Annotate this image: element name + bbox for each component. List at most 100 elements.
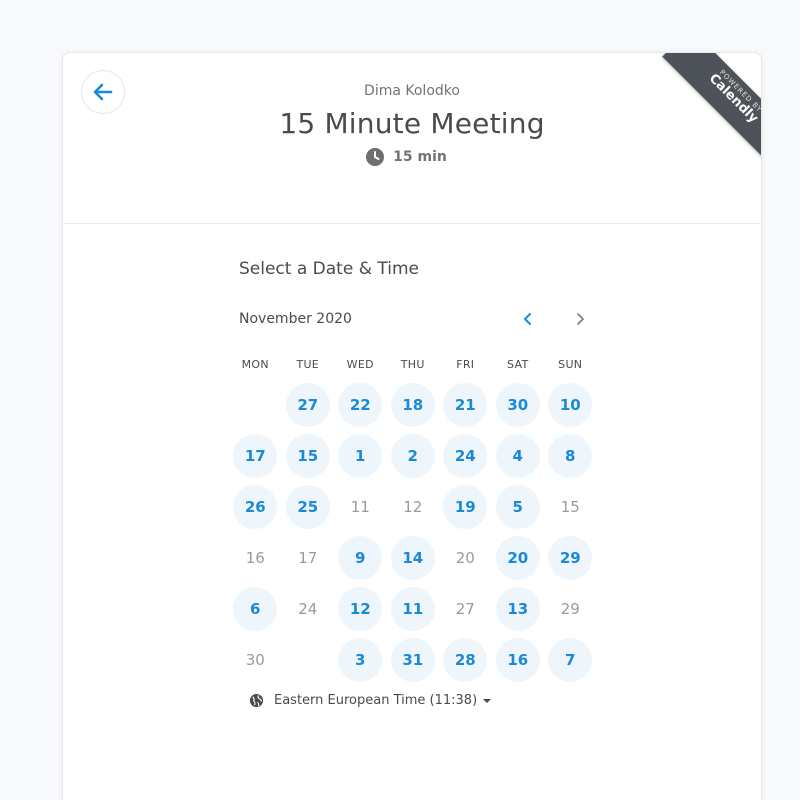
available-date-button[interactable]: 4 [495,433,540,478]
weekday-label: SAT [507,358,529,371]
unavailable-date: 29 [560,599,580,618]
available-date-button[interactable]: 15 [285,433,330,478]
calendar-cell: 15 [544,481,597,532]
unavailable-date: 20 [455,548,475,567]
available-date-button[interactable]: 22 [338,382,383,427]
calendar-cell: 29 [544,532,597,583]
weekday-label: FRI [456,358,475,371]
unavailable-date: 11 [350,497,370,516]
calendar-cell: 26 [229,481,282,532]
calendar-cell: 19 [439,481,492,532]
calendar-cell: 12 [334,583,387,634]
unavailable-date: 16 [245,548,265,567]
calendar-cell: 21 [439,379,492,430]
available-date-button[interactable]: 5 [495,484,540,529]
weekday-label: SUN [558,358,583,371]
unavailable-date: 24 [298,599,318,618]
available-date-button[interactable]: 18 [390,382,435,427]
available-date-button[interactable]: 30 [495,382,540,427]
available-date-button[interactable]: 11 [390,586,435,631]
calendar-cell: 11 [387,583,440,634]
calendar-cell: 27 [282,379,335,430]
calendar-cell: 6 [229,583,282,634]
calendar-cell: 27 [439,583,492,634]
available-date-button[interactable]: 10 [548,382,593,427]
prev-month-button[interactable] [516,307,540,331]
calendar-cell: 25 [282,481,335,532]
calendar-cell: 1 [334,430,387,481]
calendar-cell: 7 [544,634,597,685]
available-date-button[interactable]: 16 [495,637,540,682]
unavailable-date: 30 [245,650,265,669]
available-date-button[interactable]: 21 [443,382,488,427]
unavailable-date: 17 [298,548,318,567]
calendar-cell [282,634,335,685]
timezone-label: Eastern European Time (11:38) [274,693,478,708]
available-date-button[interactable]: 29 [548,535,593,580]
calendar-cell: 29 [544,583,597,634]
booking-card: Dima Kolodko 15 Minute Meeting 15 min PO… [62,52,762,800]
available-date-button[interactable]: 7 [548,637,593,682]
header-divider [63,223,761,224]
available-date-button[interactable]: 14 [390,535,435,580]
weekday-label: THU [400,358,425,371]
available-date-button[interactable]: 20 [495,535,540,580]
available-date-button[interactable]: 13 [495,586,540,631]
available-date-button[interactable]: 27 [285,382,330,427]
calendar-cell: 17 [282,532,335,583]
available-date-button[interactable]: 19 [443,484,488,529]
globe-icon [249,693,264,708]
available-date-button[interactable]: 3 [338,637,383,682]
calendar-cell: 30 [492,379,545,430]
calendar-cell: 28 [439,634,492,685]
calendar-cell: 30 [229,634,282,685]
clock-icon [366,148,385,166]
weekday-label: TUE [296,358,320,371]
calendar-cell: 15 [282,430,335,481]
calendar-cell: 22 [334,379,387,430]
available-date-button[interactable]: 12 [338,586,383,631]
calendar-cell: 16 [229,532,282,583]
calendar-cell: 13 [492,583,545,634]
duration-label: 15 min [393,149,447,165]
caret-down-icon [483,698,492,703]
month-label: November 2020 [239,311,352,327]
available-date-button[interactable]: 28 [443,637,488,682]
weekday-label: WED [346,358,374,371]
calendar-cell: 16 [492,634,545,685]
calendar-cell: 9 [334,532,387,583]
available-date-button[interactable]: 6 [233,586,278,631]
chevron-left-icon [524,313,531,325]
calendar-cell: 20 [492,532,545,583]
available-date-button[interactable]: 17 [233,433,278,478]
section-heading: Select a Date & Time [239,259,419,279]
weekday-header: MON TUE WED THU FRI SAT SUN [229,358,597,371]
available-date-button[interactable]: 2 [390,433,435,478]
available-date-button[interactable]: 26 [233,484,278,529]
available-date-button[interactable]: 1 [338,433,383,478]
available-date-button[interactable]: 8 [548,433,593,478]
calendar-cell: 18 [387,379,440,430]
powered-by-ribbon[interactable]: POWERED BY Calendly [655,53,761,159]
calendar-cell: 14 [387,532,440,583]
available-date-button[interactable]: 25 [285,484,330,529]
chevron-right-icon [577,313,584,325]
calendar-cell: 31 [387,634,440,685]
calendar-cell: 24 [282,583,335,634]
available-date-button[interactable]: 24 [443,433,488,478]
timezone-selector[interactable]: Eastern European Time (11:38) [249,693,492,708]
calendar-cell: 11 [334,481,387,532]
calendar-cell: 2 [387,430,440,481]
available-date-button[interactable]: 31 [390,637,435,682]
next-month-button[interactable] [568,307,592,331]
calendar-cell: 3 [334,634,387,685]
calendar-cell: 20 [439,532,492,583]
calendar-cell: 17 [229,430,282,481]
available-date-button[interactable]: 9 [338,535,383,580]
calendar-cell: 8 [544,430,597,481]
calendar-cell: 12 [387,481,440,532]
unavailable-date: 15 [560,497,580,516]
unavailable-date: 27 [455,599,475,618]
weekday-label: MON [241,358,269,371]
calendar-grid: 27 22 18 21 30 10 17 15 1 2 24 4 8 26 25 11 12 19 5 15 16 17 9… [229,379,597,685]
